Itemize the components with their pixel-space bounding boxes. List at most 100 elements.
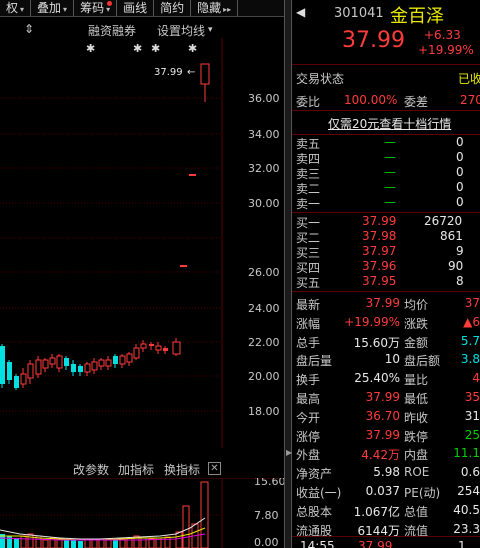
event-marker-icon[interactable]: ⇕ [24, 22, 34, 36]
candle [27, 360, 34, 384]
candle [0, 344, 5, 388]
y-tick: 36.00 [248, 92, 280, 105]
stat-value: 37 [464, 296, 480, 310]
candle [7, 360, 12, 384]
stat-value: 4.42万 [361, 448, 400, 463]
back-arrow-icon[interactable]: ◀ [296, 5, 305, 19]
candle [126, 352, 133, 366]
chevron-down-icon: ▾ [63, 5, 68, 14]
y-tick: 18.00 [248, 405, 280, 418]
chevron-down-icon[interactable]: ▾ [208, 25, 213, 35]
stat-label: 盘后量 [296, 354, 333, 369]
candle [98, 358, 105, 370]
order-price: 37.97 [362, 244, 397, 258]
order-volume: 0 [456, 150, 464, 164]
candle [119, 354, 126, 368]
order-volume: 9 [456, 244, 464, 258]
price-change-pct: +19.99% [418, 43, 474, 57]
chip-dropdown[interactable]: 筹码 ▾ [74, 0, 118, 16]
stat-label: 总股本 [296, 504, 333, 519]
y-tick: 0.00 [254, 536, 279, 548]
stat-row: 总手 15.60万 金额 5.7 [292, 332, 480, 350]
order-volume: 0 [456, 165, 464, 179]
add-indicator-button[interactable]: 加指标 [118, 461, 154, 478]
stat-label: 外盘 [296, 448, 321, 463]
order-row: 卖二 —0 [292, 180, 480, 196]
stat-value: 25.40% [354, 371, 400, 386]
chart-toolbar: 权 ▾ 叠加 ▾ 筹码 ▾ 画线 简约 隐藏 ▸▸ [0, 0, 284, 17]
kline-chart[interactable]: 36.00 34.00 32.00 30.00 26.00 24.00 22.0… [0, 38, 284, 448]
stat-value: 25 [464, 427, 480, 442]
order-price: 37.99 [362, 214, 397, 228]
y-tick: 34.00 [248, 128, 280, 141]
stat-label: 最低 [404, 392, 429, 406]
stat-label: 内盘 [404, 448, 429, 463]
stat-row: 换手 25.40% 量比 4 [292, 369, 480, 387]
chart-header: ⇕ 融资融券 设置均线 ▾ [0, 20, 222, 38]
y-tick: 7.80 [254, 509, 279, 522]
indicator-header: 改参数 加指标 换指标 [0, 458, 226, 478]
stat-label: 金额 [404, 335, 429, 350]
y-tick: 20.00 [248, 370, 280, 383]
stat-label: 换手 [296, 373, 321, 388]
candle [163, 346, 168, 354]
ma-settings-button[interactable]: 设置均线 [157, 22, 205, 39]
weibi-row: 委比 100.00% 委差 270 [292, 91, 480, 109]
volume-chart[interactable]: 15.60 7.80 0.00 [0, 478, 284, 548]
stat-label: ROE [404, 465, 430, 480]
volume-bars [0, 481, 209, 548]
y-tick: 15.60 [254, 478, 284, 488]
tick-row: 14:55 37.99 1 [292, 538, 480, 548]
candle [133, 344, 140, 360]
price-change: +6.33 [424, 28, 461, 42]
overlay-dropdown[interactable]: 叠加 ▾ [31, 0, 75, 16]
candle [180, 265, 187, 267]
stat-value: 36.70 [365, 408, 400, 423]
weibi-value: 100.00% [344, 93, 398, 107]
order-price: — [384, 195, 396, 209]
hide-button[interactable]: 隐藏 ▸▸ [191, 0, 239, 16]
tick-price: 37.99 [358, 539, 393, 548]
order-row: 买四 37.96 90 [292, 259, 480, 275]
stat-label: 今开 [296, 410, 321, 425]
candle [172, 338, 181, 356]
stat-value: 40.5 [453, 502, 480, 517]
order-price: 37.98 [362, 229, 397, 243]
candle [14, 374, 19, 390]
tick-volume: 1 [458, 539, 466, 548]
stat-row: 净资产 5.98 ROE 0.6 [292, 463, 480, 481]
stat-row: 盘后量 10 盘后额 3.8 [292, 350, 480, 368]
candle [149, 342, 154, 350]
stat-label: 均价 [404, 298, 429, 312]
stat-row: 今开 36.70 昨收 31 [292, 407, 480, 425]
candle [64, 356, 69, 370]
y-tick: 32.00 [248, 162, 280, 175]
switch-indicator-button[interactable]: 换指标 [164, 461, 200, 478]
panel-splitter[interactable]: ▶ [284, 0, 292, 548]
stock-title: ◀ 301041 金百泽 [292, 2, 480, 27]
stat-value: 5.7 [460, 333, 480, 348]
order-price: 37.96 [362, 259, 397, 273]
order-price: — [384, 165, 396, 179]
stat-label: 昨收 [404, 410, 429, 425]
tick-time: 14:55 [300, 539, 335, 548]
y-tick: 26.00 [248, 266, 280, 279]
candle [35, 356, 42, 378]
order-row: 买五 37.95 8 [292, 274, 480, 290]
stat-value: 3.8 [460, 352, 480, 367]
stat-row: 收益(一) 0.037 PE(动) 254 [292, 482, 480, 500]
promo-link[interactable]: 仅需20元查看十档行情 [328, 115, 451, 132]
margin-trading-button[interactable]: 融资融券 [88, 22, 136, 39]
arrow-left-icon: ← [187, 67, 195, 78]
quote-panel: ◀ 301041 金百泽 37.99 +6.33 +19.99% 交易状态 已收… [292, 0, 480, 548]
draw-line-button[interactable]: 画线 [117, 0, 155, 16]
stat-label: 盘后额 [404, 354, 441, 369]
close-icon[interactable]: ✕ [208, 462, 221, 475]
candle [155, 342, 162, 354]
stat-value: +19.99% [344, 314, 400, 329]
rights-adjust-dropdown[interactable]: 权 ▾ [0, 0, 32, 16]
edit-params-button[interactable]: 改参数 [73, 461, 109, 478]
order-level-label: 买五 [296, 276, 321, 290]
order-price: — [384, 180, 396, 194]
simple-mode-button[interactable]: 简约 [154, 0, 192, 16]
